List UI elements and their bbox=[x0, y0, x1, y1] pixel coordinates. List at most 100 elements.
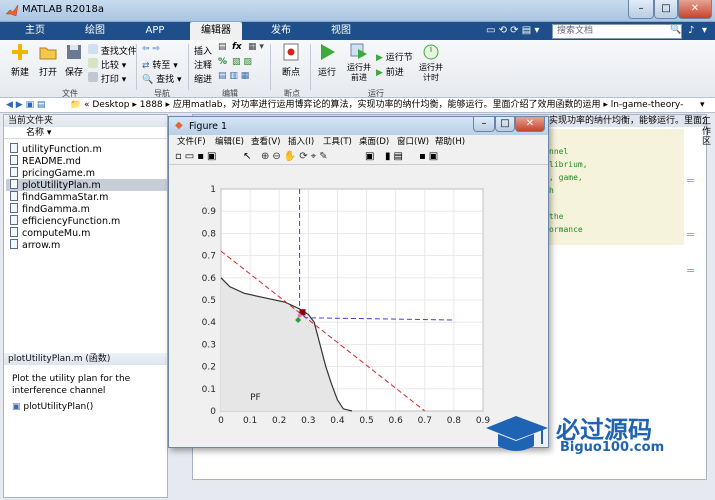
column-header-name[interactable]: 名称 ▾ bbox=[4, 127, 167, 139]
list-item[interactable]: computeMu.m bbox=[10, 227, 90, 239]
m-file-icon bbox=[10, 227, 18, 237]
warning-marker[interactable]: = bbox=[686, 228, 695, 241]
editor-scroll-arrows[interactable] bbox=[669, 363, 687, 373]
menu-view[interactable]: 查看(V) bbox=[251, 135, 280, 149]
tab-view[interactable]: 视图 bbox=[320, 22, 362, 40]
tab-editor[interactable]: 编辑器 bbox=[190, 22, 242, 40]
print-label: 打印 bbox=[100, 75, 119, 85]
insert-more-icon[interactable]: ▦ ▾ bbox=[248, 42, 264, 52]
list-item[interactable]: arrow.m bbox=[10, 239, 60, 251]
colorbar-legend-tools[interactable]: ▮▤ bbox=[385, 151, 406, 162]
utility-plot[interactable]: 0 0.1 0.2 0.3 0.4 0.5 0.6 0.7 0.8 0.9 0 0.1 0.2 0.3 0.… bbox=[173, 167, 544, 442]
plot-tools[interactable]: ▪▣ bbox=[419, 151, 441, 162]
menu-help[interactable]: 帮助(H) bbox=[435, 135, 465, 149]
y-tick-label: 0.8 bbox=[202, 229, 217, 239]
plus-icon bbox=[12, 44, 28, 60]
help-dropdown[interactable]: ▾ bbox=[702, 25, 707, 36]
matlab-logo-icon bbox=[5, 4, 19, 17]
find-label: 查找 bbox=[156, 75, 175, 85]
figure-file-tools[interactable]: ▫▭▪▣ bbox=[175, 151, 219, 162]
minimize-button[interactable]: – bbox=[628, 0, 654, 19]
m-file-icon bbox=[10, 179, 18, 189]
x-tick-label: 0 bbox=[218, 416, 224, 426]
list-item[interactable]: pricingGame.m bbox=[10, 167, 95, 179]
breakpoint-icon bbox=[283, 43, 299, 61]
details-function[interactable]: ▣ plotUtilityPlan() bbox=[12, 402, 93, 412]
fx-button[interactable]: fx bbox=[232, 42, 242, 52]
menu-tools[interactable]: 工具(T) bbox=[323, 135, 352, 149]
breadcrumb-item[interactable]: 1888 bbox=[140, 100, 163, 110]
menu-edit[interactable]: 编辑(E) bbox=[215, 135, 244, 149]
warning-marker[interactable]: = bbox=[686, 174, 695, 187]
menu-insert[interactable]: 插入(I) bbox=[288, 135, 314, 149]
list-item[interactable]: findGamma.m bbox=[10, 203, 90, 215]
bell-icon[interactable]: ♪ bbox=[688, 25, 694, 36]
find-button[interactable]: 🔍 查找 ▾ bbox=[142, 72, 182, 85]
magnifier-icon: 🔍 bbox=[142, 75, 154, 85]
maximize-button[interactable]: □ bbox=[654, 0, 678, 19]
figure-close-button[interactable]: ✕ bbox=[515, 117, 545, 132]
address-bar[interactable]: ◀ ▶ ▣ ▤ 📁 « Desktop ▸ 1888 ▸ 应用matlab，对功… bbox=[0, 98, 715, 124]
breadcrumb-item[interactable]: 应用matlab，对功率进行运用博弈论的算法，实现功率的纳什均衡，能够运行。里面… bbox=[173, 100, 601, 110]
pointer-icon[interactable]: ↖ bbox=[243, 151, 251, 162]
open-button[interactable]: 打开 bbox=[36, 42, 60, 78]
list-item[interactable]: utilityFunction.m bbox=[10, 143, 102, 155]
play-icon bbox=[321, 44, 335, 60]
find-files-button[interactable]: 查找文件 bbox=[88, 44, 137, 57]
menu-desktop[interactable]: 桌面(D) bbox=[359, 135, 389, 149]
close-button[interactable]: ✕ bbox=[678, 0, 712, 19]
stopwatch-icon bbox=[423, 44, 439, 60]
nav-back-forward-icons[interactable]: ◀ ▶ ▣ ▤ bbox=[6, 98, 45, 112]
figure-maximize-button[interactable]: □ bbox=[495, 117, 515, 132]
tab-plots[interactable]: 绘图 bbox=[74, 22, 116, 40]
save-button[interactable]: 保存 bbox=[62, 42, 86, 78]
comment-button[interactable]: 注释 bbox=[194, 58, 212, 71]
menu-file[interactable]: 文件(F) bbox=[177, 135, 206, 149]
percent-icon[interactable]: % bbox=[218, 57, 227, 67]
tab-apps[interactable]: APP bbox=[134, 22, 176, 40]
graduation-cap-icon bbox=[486, 416, 548, 451]
list-item-selected[interactable]: plotUtilityPlan.m bbox=[6, 179, 167, 191]
m-file-icon bbox=[10, 215, 18, 225]
list-item[interactable]: README.md bbox=[10, 155, 81, 167]
breadcrumb-item[interactable]: Desktop bbox=[92, 100, 129, 110]
quick-access-toolbar[interactable]: ▭ ⟲ ⟳ ▤ ▾ bbox=[486, 25, 539, 36]
section-icon[interactable]: ▤ bbox=[218, 42, 227, 52]
run-button[interactable]: 运行 bbox=[316, 42, 338, 78]
workspace-side-tab[interactable]: 工作区 bbox=[700, 117, 713, 147]
run-section-button[interactable]: ▶ 运行节 bbox=[376, 50, 413, 63]
file-name: arrow.m bbox=[22, 240, 61, 251]
tab-publish[interactable]: 发布 bbox=[260, 22, 302, 40]
menu-window[interactable]: 窗口(W) bbox=[397, 135, 429, 149]
goto-button[interactable]: ⇄ 转至 ▾ bbox=[142, 58, 178, 71]
new-button[interactable]: 新建 bbox=[8, 42, 32, 78]
zoom-pan-rotate-tools[interactable]: ⊕⊖✋⟳⌖✎ bbox=[261, 151, 331, 162]
marker-point bbox=[297, 313, 302, 318]
list-item[interactable]: efficiencyFunction.m bbox=[10, 215, 120, 227]
file-name: pricingGame.m bbox=[22, 168, 96, 179]
indent-icons[interactable]: ▤ ▥ ▦ bbox=[218, 71, 249, 81]
indent-button[interactable]: 缩进 bbox=[194, 72, 212, 85]
warning-marker[interactable]: = bbox=[686, 264, 695, 277]
run-and-advance-button[interactable]: 运行并 前进 bbox=[346, 42, 372, 83]
search-icon[interactable]: 🔍 bbox=[670, 25, 681, 35]
tab-home[interactable]: 主页 bbox=[14, 22, 56, 40]
list-item[interactable]: findGammaStar.m bbox=[10, 191, 108, 203]
x-tick-label: 0.5 bbox=[359, 416, 373, 426]
editor-ribbon: 新建 打开 保存 查找文件 比较 ▾ 打印 ▾ ⇦ ⇨ ⇄ 转至 ▾ 🔍 查找 … bbox=[0, 40, 715, 98]
open-label: 打开 bbox=[38, 68, 57, 78]
search-input[interactable]: 搜索文档 bbox=[552, 24, 682, 39]
insert-button[interactable]: 插入 bbox=[194, 44, 212, 57]
nav-arrows[interactable]: ⇦ ⇨ bbox=[142, 44, 160, 54]
floppy-disk-icon bbox=[67, 45, 81, 59]
advance-button[interactable]: ▶ 前进 bbox=[376, 65, 404, 78]
link-icon[interactable]: ▣ bbox=[365, 151, 374, 162]
comment-block-icon[interactable]: ▧ ▨ bbox=[232, 57, 252, 67]
compare-button[interactable]: 比较 ▾ bbox=[88, 58, 126, 71]
run-and-time-button[interactable]: 运行并 计时 bbox=[418, 42, 444, 83]
details-header[interactable]: plotUtilityPlan.m (函数) bbox=[4, 353, 167, 365]
print-button[interactable]: 打印 ▾ bbox=[88, 72, 126, 85]
breakpoints-button[interactable]: 断点 bbox=[278, 42, 304, 78]
address-dropdown[interactable]: ▾ bbox=[700, 98, 705, 112]
figure-minimize-button[interactable]: – bbox=[473, 117, 495, 132]
